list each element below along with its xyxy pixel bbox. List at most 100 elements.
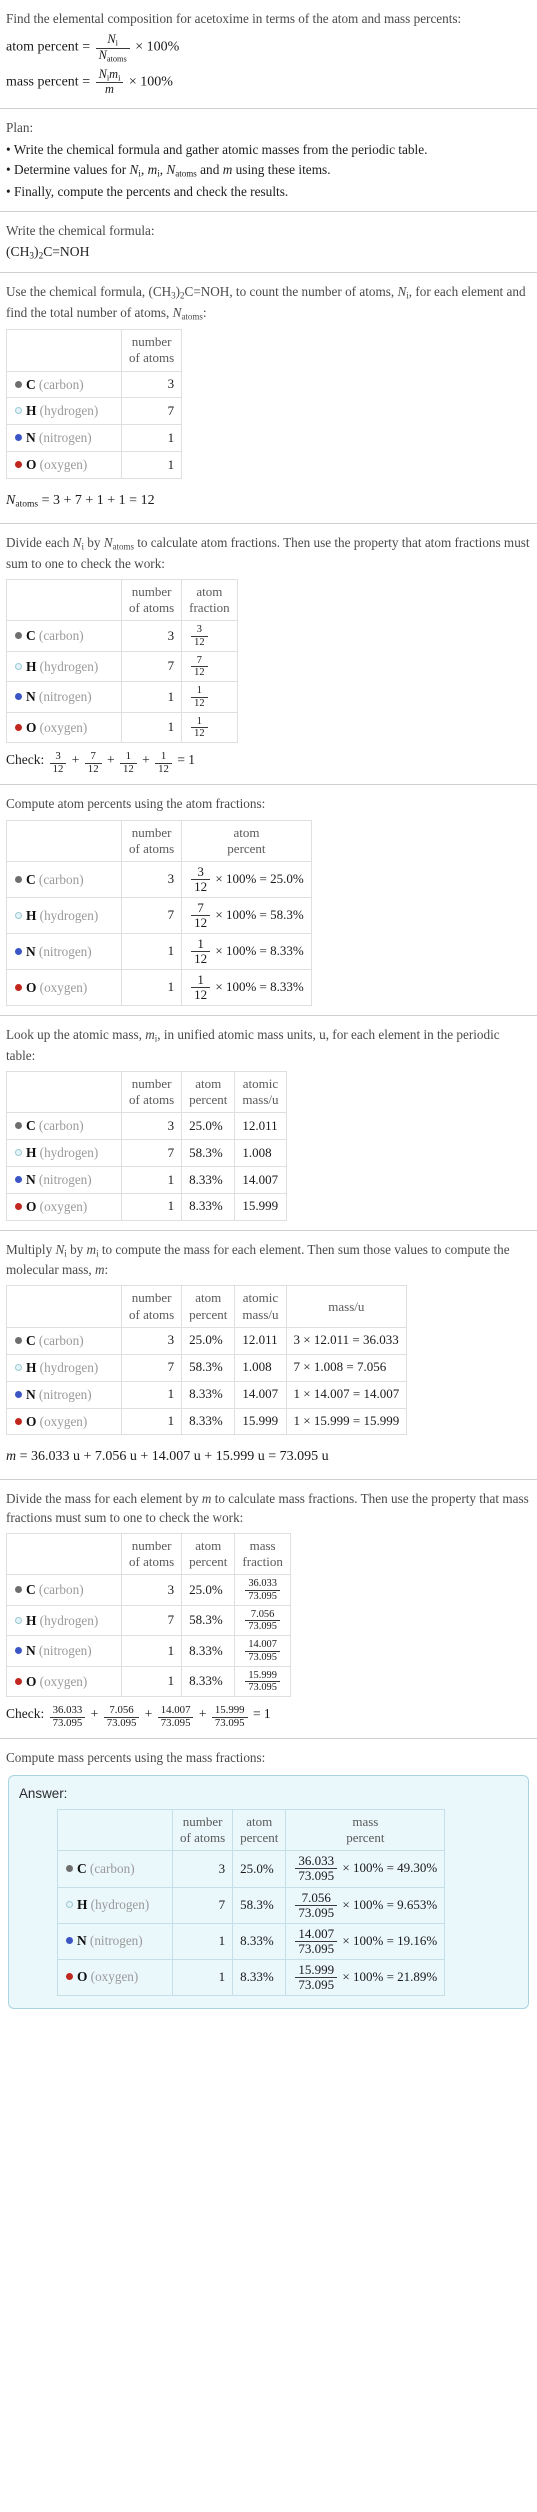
fraction-denominator: 12 <box>194 636 205 648</box>
oxygen-mass-fraction: 15.999 73.095 <box>234 1665 291 1698</box>
element-cell-hydrogen: H (hydrogen) <box>6 650 122 683</box>
formula-section: Write the chemical formula: (CH3)2C=NOH <box>0 212 537 272</box>
element-cell-hydrogen: H (hydrogen) <box>6 1139 122 1168</box>
carbon-dot-icon <box>15 1336 22 1344</box>
nitrogen-atom-count: 1 <box>120 933 183 971</box>
nitrogen-mass-fraction: 14.007 73.095 <box>234 1635 291 1667</box>
element-cell-nitrogen: N (nitrogen) <box>6 424 122 453</box>
hydrogen-dot-icon <box>66 1901 73 1909</box>
fraction-denominator: 12 <box>194 987 208 1003</box>
element-cell-oxygen: O (oxygen) <box>57 1958 173 1996</box>
nitrogen-atom-count: 1 <box>120 424 183 453</box>
header-atom-percent: atom percent <box>181 819 312 863</box>
element-cell-nitrogen: N (nitrogen) <box>57 1922 173 1960</box>
nitrogen-atom-percent: 8.33% <box>181 1635 236 1667</box>
atom-fraction-section: Divide each Ni by Natoms to calculate at… <box>0 524 537 784</box>
element-cell-nitrogen: N (nitrogen) <box>6 1380 122 1409</box>
header-line-1: number <box>131 583 172 599</box>
carbon-dot-icon <box>66 1865 73 1873</box>
element-name: (nitrogen) <box>89 1933 143 1949</box>
oxygen-atom-percent-expr: 1 12 × 100% = 8.33% <box>181 969 312 1007</box>
times-100-label: × 100% = <box>215 979 267 995</box>
nitrogen-mass-expression: 1 × 14.007 = 14.007 <box>285 1380 408 1409</box>
element-symbol: N <box>26 1172 36 1188</box>
element-cell-nitrogen: N (nitrogen) <box>6 1166 122 1194</box>
element-cell-carbon: C (carbon) <box>6 1326 122 1355</box>
fraction-numerator: 3 <box>191 865 211 881</box>
nitrogen-dot-icon <box>15 1647 22 1655</box>
carbon-atom-count: 3 <box>120 1112 183 1141</box>
corner-cell <box>6 1285 122 1328</box>
mass-fraction-prompt: Divide the mass for each element by m to… <box>6 1490 529 1525</box>
fraction-numerator: 1 <box>191 716 208 729</box>
oxygen-atom-percent: 8.33% <box>270 979 304 995</box>
hydrogen-atom-percent: 58.3% <box>181 1353 236 1382</box>
header-line-2: percent <box>240 1830 279 1846</box>
element-name: (nitrogen) <box>38 1172 92 1188</box>
fraction-numerator: 7.056 <box>295 1890 338 1906</box>
element-symbol: N <box>26 430 36 446</box>
times-100-label: × 100% = <box>342 1932 394 1948</box>
oxygen-atom-percent: 8.33% <box>181 1192 236 1221</box>
hydrogen-atom-percent: 58.3% <box>181 1604 236 1637</box>
hydrogen-mass-percent-expr: 7.056 73.095 × 100% = 9.653% <box>285 1886 446 1924</box>
times-100-label: × 100% = <box>342 1968 394 1984</box>
fraction-numerator: 7 <box>191 901 211 917</box>
fraction-denominator: 12 <box>122 762 134 775</box>
element-symbol: O <box>26 719 37 735</box>
carbon-mass-percent: 49.30% <box>397 1860 438 1876</box>
element-name: (hydrogen) <box>39 907 99 923</box>
fraction-numerator: 14.007 <box>295 1926 338 1942</box>
check-label: Check: <box>6 752 45 768</box>
header-line-2: percent <box>189 1306 228 1322</box>
table-row: H (hydrogen) 7 <box>6 397 183 426</box>
oxygen-atomic-mass: 15.999 <box>234 1407 287 1436</box>
hydrogen-atom-percent-expr: 7 12 × 100% = 58.3% <box>181 897 312 935</box>
table-row: O (oxygen) 1 1 12 × 100% = 8.33% <box>6 969 312 1007</box>
table-row: C (carbon) 3 25.0% 12.011 <box>6 1112 287 1141</box>
element-symbol: N <box>26 943 36 959</box>
table-row: C (carbon) 3 3 12 <box>6 620 238 652</box>
carbon-atomic-mass: 12.011 <box>234 1326 287 1355</box>
carbon-atom-percent-expr: 3 12 × 100% = 25.0% <box>181 861 312 899</box>
hydrogen-mass-fraction: 7.056 73.095 <box>234 1604 291 1637</box>
carbon-atom-percent: 25.0% <box>181 1326 236 1355</box>
element-name: (carbon) <box>38 628 84 644</box>
hydrogen-mass-percent: 9.653% <box>397 1896 438 1912</box>
formula-prompt: Write the chemical formula: <box>6 222 155 238</box>
element-name: (oxygen) <box>39 979 88 995</box>
header-mass-percent: mass percent <box>285 1808 446 1852</box>
plan-section: Plan: • Write the chemical formula and g… <box>0 109 537 211</box>
plus-sign: + <box>90 1706 99 1722</box>
header-number-of-atoms: number of atoms <box>120 1070 183 1114</box>
fraction-numerator: 15.999 <box>295 1962 338 1978</box>
element-cell-oxygen: O (oxygen) <box>6 451 122 479</box>
header-line-1: atom <box>195 1290 222 1306</box>
element-symbol: C <box>26 871 36 887</box>
plus-sign: + <box>106 752 115 768</box>
fraction-denominator: 73.095 <box>106 1716 137 1729</box>
atom-percent-section: Compute atom percents using the atom fra… <box>0 785 537 1015</box>
element-cell-hydrogen: H (hydrogen) <box>6 1604 122 1637</box>
molecular-mass-line: m = 36.033 u + 7.056 u + 14.007 u + 15.9… <box>6 1449 329 1465</box>
atom-percent-fraction: Ni Natoms <box>95 32 130 63</box>
oxygen-atom-count: 1 <box>120 1665 183 1698</box>
times-100-label: × 100% = <box>342 1860 394 1876</box>
fraction-denominator: 12 <box>194 697 205 709</box>
mass-percent-section: Compute mass percents using the mass fra… <box>0 1739 537 2019</box>
oxygen-atom-fraction: 1 12 <box>181 711 238 744</box>
mass-fraction-section: Divide the mass for each element by m to… <box>0 1480 537 1739</box>
hydrogen-atom-fraction: 7 12 <box>181 650 238 683</box>
element-cell-carbon: C (carbon) <box>6 861 122 899</box>
table-row: O (oxygen) 1 8.33% 15.999 73.095 <box>6 1665 291 1698</box>
fraction-numerator: 7 <box>191 655 208 668</box>
table-row: H (hydrogen) 7 7 12 <box>6 650 238 683</box>
table-row: H (hydrogen) 7 7 12 × 100% = 58.3% <box>6 897 312 935</box>
oxygen-mass-percent-expr: 15.999 73.095 × 100% = 21.89% <box>285 1958 446 1996</box>
hydrogen-atomic-mass: 1.008 <box>234 1353 287 1382</box>
element-symbol: C <box>26 628 36 644</box>
oxygen-dot-icon <box>66 1973 73 1981</box>
table-row: H (hydrogen) 7 58.3% 7.056 73.095 × 100% … <box>57 1886 446 1924</box>
nitrogen-dot-icon <box>15 1176 22 1184</box>
fraction-numerator: 7 <box>84 750 102 764</box>
